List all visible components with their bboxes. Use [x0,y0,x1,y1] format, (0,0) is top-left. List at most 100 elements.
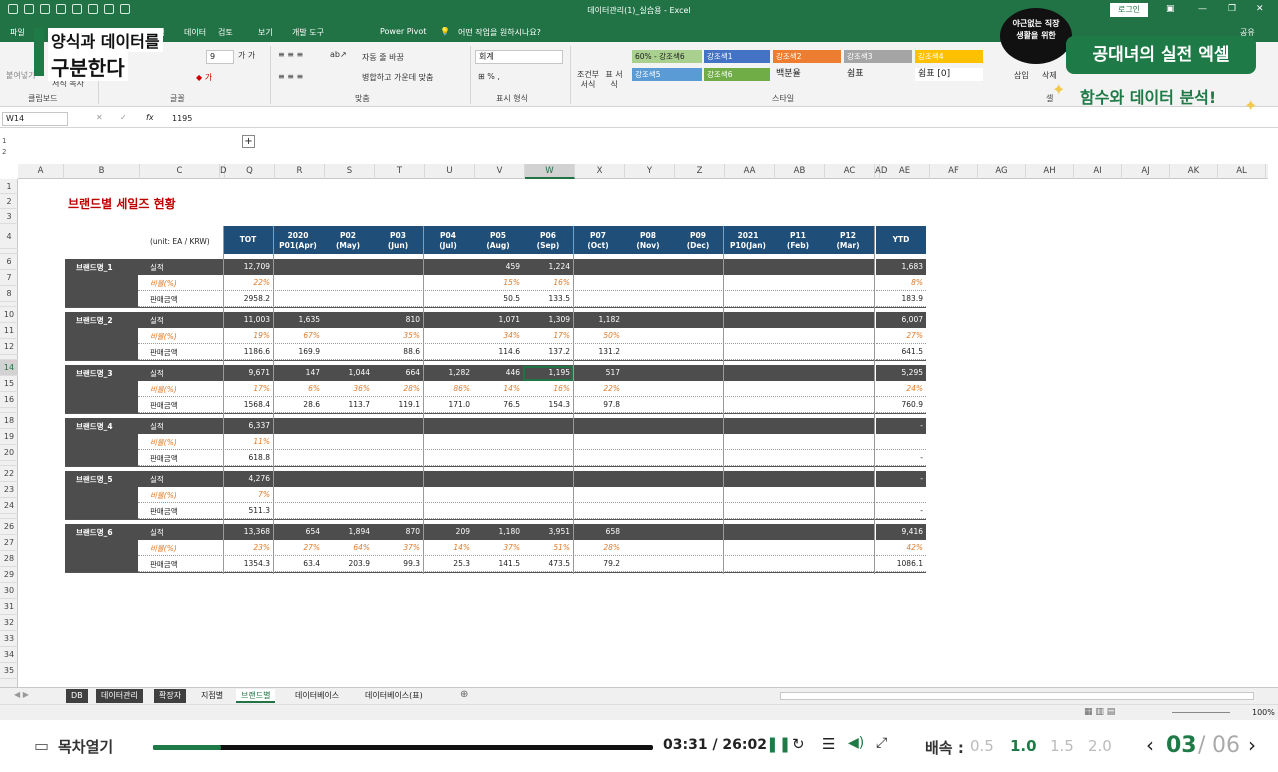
col-header-W[interactable]: W [525,164,575,179]
row-header-11[interactable]: 11 [0,323,18,339]
col-header-AK[interactable]: AK [1170,164,1218,179]
row-header-1[interactable]: 1 [0,179,18,194]
cell-sales[interactable]: 28.6 [273,400,320,409]
row-header-24[interactable]: 24 [0,498,18,514]
row-header-31[interactable]: 31 [0,599,18,615]
cell-sales[interactable]: 171.0 [423,400,470,409]
cell-actual[interactable]: 446 [473,368,520,377]
row-header-4[interactable]: 4 [0,224,18,249]
cell-sales[interactable]: 137.2 [523,347,570,356]
menu-icon[interactable]: ☰ [822,735,835,753]
sheet-tab-0[interactable]: DB [66,689,88,703]
col-header-AG[interactable]: AG [978,164,1026,179]
row-header-10[interactable]: 10 [0,307,18,323]
cell-sales[interactable]: 1568.4 [223,400,270,409]
col-header-AE[interactable]: AE [880,164,930,179]
conditional-format-button[interactable]: 조건부 서식 [576,70,600,90]
cell-actual[interactable]: 1,180 [473,527,520,536]
cell-actual[interactable]: 9,416 [876,527,923,536]
cell-actual[interactable]: 1,282 [423,368,470,377]
cell-actual[interactable]: 6,007 [876,315,923,324]
cell-style-3[interactable]: 강조색2 [773,50,841,63]
cell-actual[interactable]: 11,003 [223,315,270,324]
col-header-U[interactable]: U [425,164,475,179]
tab-review[interactable]: 검토 [218,27,233,38]
cell-style-6[interactable]: 강조색5 [632,68,702,81]
sheet-tab-3[interactable]: 지점별 [196,689,228,703]
speed-option-2.0[interactable]: 2.0 [1088,737,1112,755]
cell-sales[interactable]: 50.5 [473,294,520,303]
cell-actual[interactable]: 664 [373,368,420,377]
speed-option-1.5[interactable]: 1.5 [1050,737,1074,755]
cell-ratio[interactable]: 37% [373,543,420,552]
worksheet[interactable]: 브랜드별 세일즈 현황 (unit: EA / KRW) TOT 2020 P01(… [18,179,1268,687]
cell-actual[interactable]: 1,894 [323,527,370,536]
cell-actual[interactable]: 1,224 [523,262,570,271]
formula-input[interactable]: 1195 [172,114,192,123]
cell-sales[interactable]: 1086.1 [876,559,923,568]
next-page-icon[interactable]: › [1248,733,1256,757]
cell-sales[interactable]: 63.4 [273,559,320,568]
col-header-AI[interactable]: AI [1074,164,1122,179]
function-icon[interactable]: fx [146,113,154,122]
format-as-table-button[interactable]: 표 서식 [604,70,624,90]
paste-button[interactable]: 붙여넣기 [6,70,35,81]
cell-sales[interactable]: 203.9 [323,559,370,568]
cell-ratio[interactable]: 67% [273,331,320,340]
row-header-2[interactable]: 2 [0,194,18,209]
cell-actual[interactable]: 9,671 [223,368,270,377]
toc-button[interactable]: 목차열기 [58,736,113,757]
col-header-AJ[interactable]: AJ [1122,164,1170,179]
row-header-12[interactable]: 12 [0,339,18,355]
tab-dev[interactable]: 개발 도구 [292,27,324,38]
cell-actual[interactable]: 13,368 [223,527,270,536]
cell-ratio[interactable]: 28% [573,543,620,552]
col-header-AL[interactable]: AL [1218,164,1266,179]
cell-ratio[interactable]: 6% [273,384,320,393]
outline-level-buttons[interactable]: 12 [2,136,6,158]
replay-icon[interactable]: ↻ [792,735,805,753]
cell-sales[interactable]: 618.8 [223,453,270,462]
orientation-icon[interactable]: ab↗ [330,50,347,59]
cell-actual[interactable]: 1,071 [473,315,520,324]
row-header-7[interactable]: 7 [0,270,18,286]
cell-ratio[interactable]: 16% [523,384,570,393]
sheet-tab-6[interactable]: 데이터베이스(표) [360,689,428,703]
row-header-6[interactable]: 6 [0,254,18,270]
cell-ratio[interactable]: 23% [223,543,270,552]
zoom-level[interactable]: 100% [1252,708,1275,717]
speed-option-0.5[interactable]: 0.5 [970,737,994,755]
row-header-14[interactable]: 14 [0,360,18,376]
cell-ratio[interactable]: 17% [523,331,570,340]
cell-actual[interactable]: 12,709 [223,262,270,271]
cell-sales[interactable]: 169.9 [273,347,320,356]
zoom-slider[interactable] [1172,712,1230,713]
enter-icon[interactable]: ✓ [120,113,127,122]
cell-sales[interactable]: 76.5 [473,400,520,409]
cell-sales[interactable]: 2958.2 [223,294,270,303]
font-size-select[interactable]: 9 [206,50,234,64]
cell-ratio[interactable]: 86% [423,384,470,393]
cell-sales[interactable]: 473.5 [523,559,570,568]
row-header-23[interactable]: 23 [0,482,18,498]
cell-actual[interactable]: 1,309 [523,315,570,324]
cell-ratio[interactable]: 36% [323,384,370,393]
sheet-tab-4[interactable]: 브랜드별 [236,689,276,703]
col-header-AH[interactable]: AH [1026,164,1074,179]
cell-sales[interactable]: 99.3 [373,559,420,568]
cell-sales[interactable]: 1186.6 [223,347,270,356]
wrap-text-button[interactable]: 자동 줄 바꿈 [362,52,404,63]
toc-icon[interactable]: ▭ [34,736,49,755]
cell-ratio[interactable]: 14% [423,543,470,552]
cell-sales[interactable]: 88.6 [373,347,420,356]
cell-actual[interactable]: 1,044 [323,368,370,377]
col-header-AB[interactable]: AB [775,164,825,179]
add-sheet-icon[interactable]: ⊕ [460,689,468,700]
cell-actual[interactable]: 870 [373,527,420,536]
cell-sales[interactable]: 183.9 [876,294,923,303]
row-header-32[interactable]: 32 [0,615,18,631]
cell-style-10[interactable]: 쉼표 [0] [915,68,983,81]
row-header-34[interactable]: 34 [0,647,18,663]
cell-ratio[interactable]: 35% [373,331,420,340]
cell-ratio[interactable]: 37% [473,543,520,552]
